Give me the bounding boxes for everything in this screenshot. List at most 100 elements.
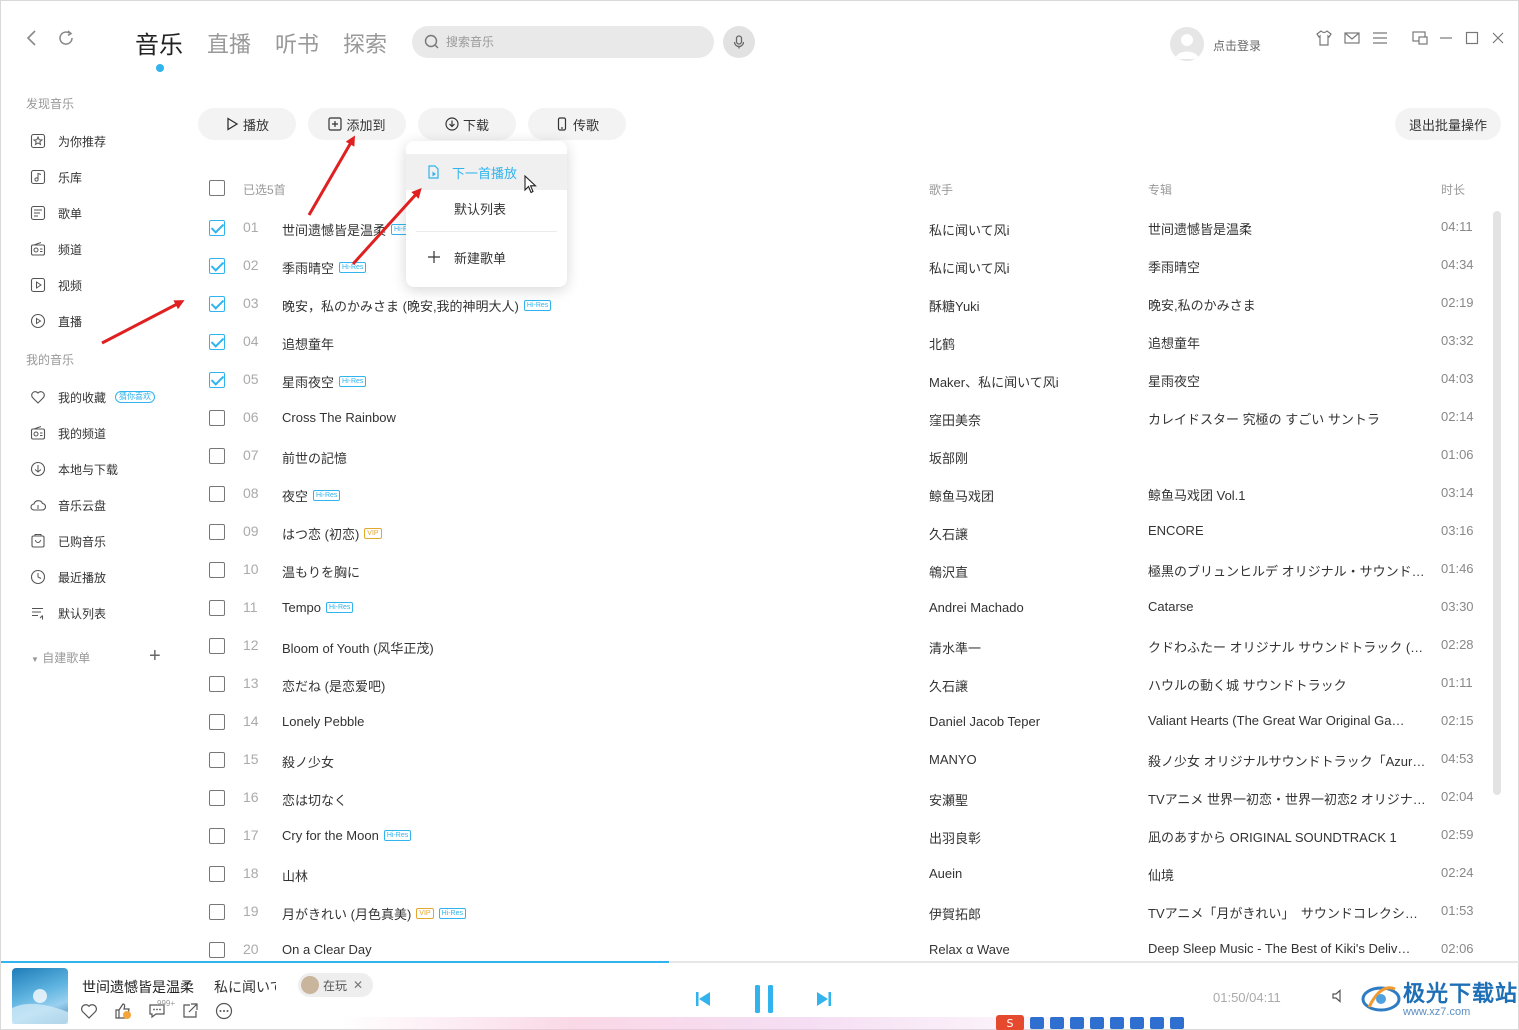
song-album[interactable]: 季雨晴空 [1148,257,1426,276]
like-icon[interactable] [79,1001,99,1021]
song-album[interactable]: ハウルの動く城 サウンドトラック [1148,675,1426,694]
song-artist[interactable]: 安瀬聖 [929,790,968,809]
search-box[interactable] [412,26,714,58]
row-checkbox[interactable] [209,220,225,236]
song-title-cell[interactable]: On a Clear Day [282,942,372,957]
song-artist[interactable]: 私に闻いて风i [929,220,1010,239]
song-title-cell[interactable]: はつ恋 (初恋) VIP [282,524,382,543]
song-title-cell[interactable]: Tempo Hi-Res [282,600,354,615]
table-row[interactable]: 13 恋だね (是恋爱吧) 久石譲 ハウルの動く城 サウンドトラック 01:11 [1,665,1491,703]
song-artist[interactable]: Maker、私に闻いて风i [929,372,1059,391]
song-album[interactable]: TVアニメ「月がきれい」 サウンドコレクシ… [1148,903,1426,922]
exit-batch-button[interactable]: 退出批量操作 [1395,108,1501,140]
play-button[interactable]: 播放 [198,108,296,140]
now-playing-title[interactable]: 世间遗憾皆是温柔 [82,977,194,997]
song-album[interactable]: Valiant Hearts (The Great War Original G… [1148,713,1426,728]
song-artist[interactable]: 鲸鱼马戏团 [929,486,994,505]
song-artist[interactable]: Daniel Jacob Teper [929,714,1040,729]
search-input[interactable] [446,35,686,49]
song-title-cell[interactable]: 殺ノ少女 [282,752,334,771]
next-track-button[interactable] [812,987,836,1011]
mail-icon[interactable] [1343,29,1361,47]
song-album[interactable]: 仙境 [1148,865,1426,884]
table-row[interactable]: 18 山林 Auein 仙境 02:24 [1,855,1491,893]
table-row[interactable]: 06 Cross The Rainbow 窪田美奈 カレイドスター 究極の すごい サ… [1,399,1491,437]
more-icon[interactable] [214,1001,234,1021]
row-checkbox[interactable] [209,562,225,578]
row-checkbox[interactable] [209,638,225,654]
song-album[interactable]: ENCORE [1148,523,1426,538]
sidebar-item-recommend[interactable]: 为你推荐 [29,129,106,153]
mini-mode-icon[interactable] [1411,29,1429,47]
song-artist[interactable]: MANYO [929,752,977,767]
song-title-cell[interactable]: 山林 [282,866,308,885]
row-checkbox[interactable] [209,714,225,730]
pause-button[interactable] [749,981,779,1017]
song-artist[interactable]: 鴾沢直 [929,562,968,581]
skin-icon[interactable] [1315,29,1333,47]
table-row[interactable]: 12 Bloom of Youth (风华正茂) 清水準一 クドわふたー オリジナル … [1,627,1491,665]
song-artist[interactable]: Andrei Machado [929,600,1024,615]
song-album[interactable]: 世间遗憾皆是温柔 [1148,219,1426,238]
song-album[interactable]: TVアニメ 世界一初恋・世界一初恋2 オリジナ… [1148,789,1426,808]
table-row[interactable]: 15 殺ノ少女 MANYO 殺ノ少女 オリジナルサウンドトラック「Azur… 04:53 [1,741,1491,779]
song-album[interactable]: 鲸鱼马戏团 Vol.1 [1148,485,1426,504]
song-artist[interactable]: 北鹤 [929,334,955,353]
download-button[interactable]: 下载 [418,108,516,140]
menu-icon[interactable] [1371,29,1389,47]
table-row[interactable]: 16 恋は切なく 安瀬聖 TVアニメ 世界一初恋・世界一初恋2 オリジナ… 02:04 [1,779,1491,817]
avatar[interactable] [1170,27,1204,61]
song-artist[interactable]: 坂部刚 [929,448,968,467]
song-title-cell[interactable]: 夜空 Hi-Res [282,486,341,505]
row-checkbox[interactable] [209,752,225,768]
share-icon[interactable] [180,1001,200,1021]
row-checkbox[interactable] [209,296,225,312]
table-row[interactable]: 11 Tempo Hi-Res Andrei Machado Catarse 03:30 [1,589,1491,627]
song-album[interactable]: カレイドスター 究極の すごい サントラ [1148,409,1426,428]
table-row[interactable]: 10 温もりを胸に 鴾沢直 極黒のブリュンヒルデ オリジナル・サウンド… 01:46 [1,551,1491,589]
song-album[interactable]: 追想童年 [1148,333,1426,352]
row-checkbox[interactable] [209,790,225,806]
menu-item-default-list[interactable]: 默认列表 [406,190,567,226]
row-checkbox[interactable] [209,486,225,502]
table-row[interactable]: 08 夜空 Hi-Res 鲸鱼马戏团 鲸鱼马戏团 Vol.1 03:14 [1,475,1491,513]
coin-icon[interactable] [113,1001,133,1021]
song-title-cell[interactable]: 温もりを胸に [282,562,360,581]
close-icon[interactable] [1489,29,1507,47]
login-link[interactable]: 点击登录 [1213,37,1261,54]
song-title-cell[interactable]: Bloom of Youth (风华正茂) [282,638,434,657]
row-checkbox[interactable] [209,448,225,464]
row-checkbox[interactable] [209,334,225,350]
menu-item-new-playlist[interactable]: 新建歌单 [406,239,567,275]
song-title-cell[interactable]: Lonely Pebble [282,714,364,729]
tab-live[interactable]: 直播 [207,27,251,59]
song-title-cell[interactable]: 星雨夜空 Hi-Res [282,372,367,391]
song-artist[interactable]: Auein [929,866,962,881]
column-header-duration[interactable]: 时长 [1441,181,1465,198]
table-row[interactable]: 03 晚安，私のかみさま (晚安,我的神明大人) Hi-Res 酥糖Yuki 晚安,私の… [1,285,1491,323]
song-title-cell[interactable]: 晚安，私のかみさま (晚安,我的神明大人) Hi-Res [282,296,552,315]
song-title-cell[interactable]: 月がきれい (月色真美) VIP Hi-Res [282,904,466,923]
song-album[interactable]: Catarse [1148,599,1426,614]
song-artist[interactable]: 出羽良彰 [929,828,981,847]
song-title-cell[interactable]: 前世の記憶 [282,448,347,467]
song-artist[interactable]: 久石譲 [929,676,968,695]
song-title-cell[interactable]: Cry for the Moon Hi-Res [282,828,412,843]
song-album[interactable]: 凪のあすから ORIGINAL SOUNDTRACK 1 [1148,827,1426,846]
song-album[interactable]: 星雨夜空 [1148,371,1426,390]
song-title-cell[interactable]: 追想童年 [282,334,334,353]
table-row[interactable]: 17 Cry for the Moon Hi-Res 出羽良彰 凪のあすから ORIGI… [1,817,1491,855]
back-icon[interactable] [21,29,43,51]
song-album[interactable]: クドわふたー オリジナル サウンドトラック (… [1148,637,1426,656]
song-title-cell[interactable]: Cross The Rainbow [282,410,396,425]
table-row[interactable]: 01 世间遗憾皆是温柔 Hi-Res 私に闻いて风i 世间遗憾皆是温柔 04:11 [1,209,1491,247]
now-playing-artist[interactable]: 私に闻いて风i [214,977,276,997]
tab-explore[interactable]: 探索 [343,27,387,59]
volume-icon[interactable] [1329,986,1349,1006]
row-checkbox[interactable] [209,866,225,882]
song-title-cell[interactable]: 恋は切なく [282,790,347,809]
voice-search-button[interactable] [723,26,755,58]
row-checkbox[interactable] [209,828,225,844]
song-artist[interactable]: 私に闻いて风i [929,258,1010,277]
previous-track-button[interactable] [691,987,715,1011]
